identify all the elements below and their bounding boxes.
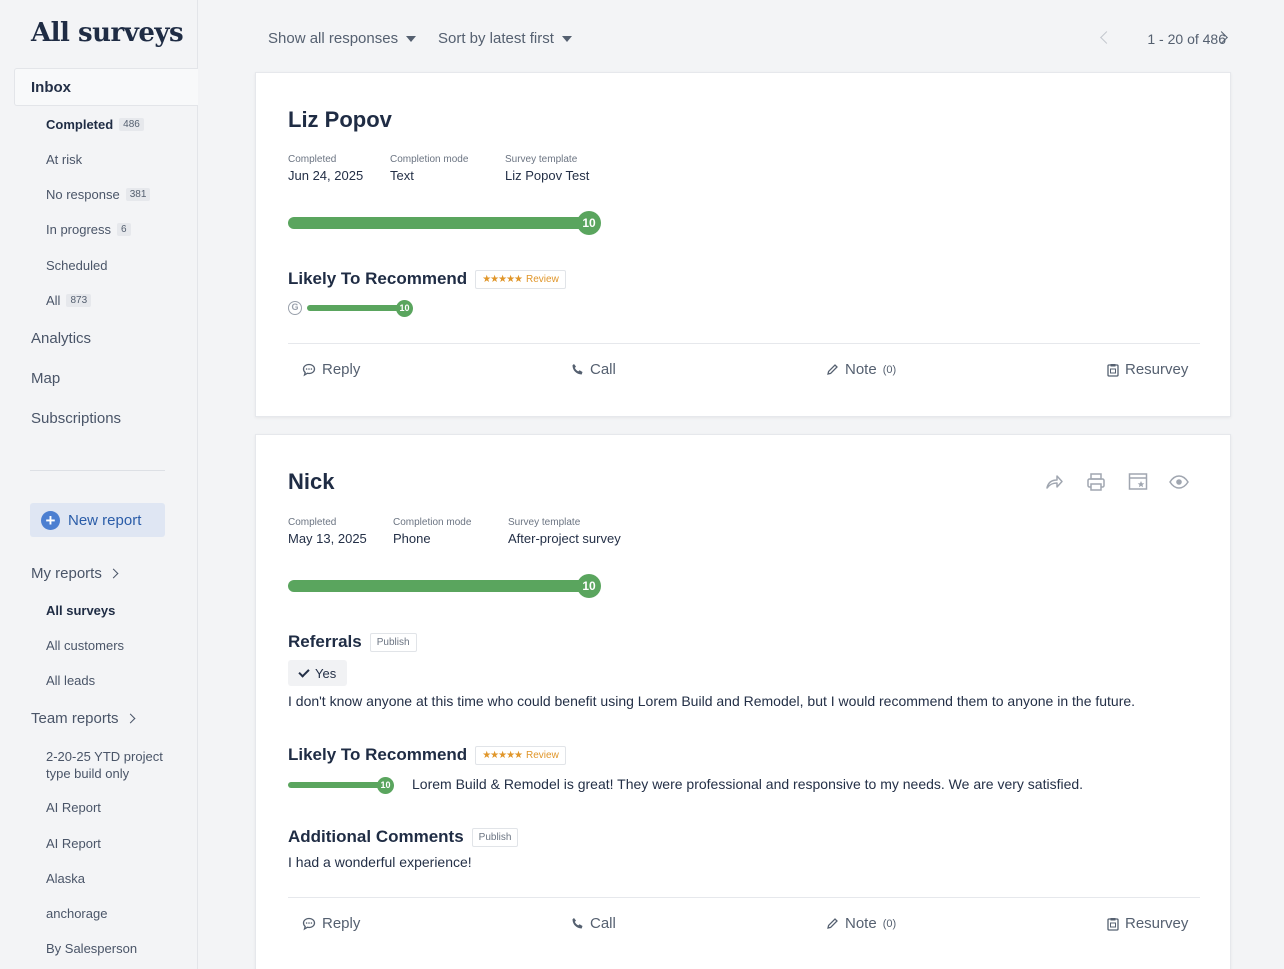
- action-divider: [288, 343, 1200, 344]
- reply-button[interactable]: Reply: [302, 361, 360, 378]
- call-button[interactable]: Call: [571, 361, 616, 378]
- clipboard-icon: [1107, 917, 1119, 931]
- sidebar-item-at-risk[interactable]: At risk: [46, 152, 82, 167]
- meta-survey-template: Survey template After-project survey: [508, 517, 621, 546]
- sidebar-item-team-report[interactable]: 2-20-25 YTD project type build only: [46, 748, 166, 782]
- sidebar-item-inbox[interactable]: Inbox: [14, 68, 198, 106]
- chat-icon: [302, 363, 316, 376]
- sidebar: All surveys Inbox Completed 486 At risk …: [0, 0, 198, 969]
- sidebar-item-team-reports[interactable]: Team reports: [31, 710, 135, 727]
- page-title: All surveys: [31, 18, 184, 48]
- count-badge: 486: [119, 118, 144, 131]
- answer-text: I don't know anyone at this time who cou…: [288, 693, 1136, 709]
- meta-completed: Completed Jun 24, 2025: [288, 154, 364, 183]
- publish-tag[interactable]: Publish: [369, 632, 417, 652]
- score-badge: 10: [577, 211, 601, 235]
- check-icon: [298, 665, 310, 678]
- plus-icon: +: [41, 510, 60, 530]
- question-title: Likely To Recommend ★★★★★ Review: [288, 745, 566, 765]
- publish-tag[interactable]: Publish: [471, 827, 519, 847]
- note-button[interactable]: Note (0): [826, 915, 896, 932]
- google-icon: G: [288, 301, 302, 315]
- response-card: Nick Completed May 13, 2025 Completion m…: [255, 434, 1231, 969]
- score-bar: [288, 580, 598, 592]
- sidebar-divider: [30, 470, 165, 471]
- resurvey-button[interactable]: Resurvey: [1107, 361, 1188, 378]
- score-badge: 10: [377, 777, 394, 794]
- clipboard-icon: [1107, 363, 1119, 377]
- note-button[interactable]: Note (0): [826, 361, 896, 378]
- meta-completion-mode: Completion mode Phone: [393, 517, 472, 546]
- sidebar-item-team-report[interactable]: By Salesperson: [46, 941, 137, 956]
- print-icon[interactable]: [1085, 471, 1107, 493]
- pencil-icon: [827, 918, 838, 929]
- filter-dropdown[interactable]: Show all responses: [268, 30, 417, 47]
- prev-page-icon[interactable]: [1100, 31, 1113, 44]
- chat-icon: [302, 917, 316, 930]
- count-badge: 381: [125, 188, 151, 201]
- count-badge: 6: [117, 223, 131, 236]
- view-icon[interactable]: [1168, 471, 1190, 493]
- pagination-label: 1 - 20 of 486: [1147, 31, 1226, 47]
- sidebar-item-analytics[interactable]: Analytics: [31, 330, 91, 347]
- answer-text: I had a wonderful experience!: [288, 854, 472, 870]
- score-badge: 10: [396, 300, 413, 317]
- sidebar-item-all-surveys[interactable]: All surveys: [46, 603, 115, 618]
- sidebar-item-map[interactable]: Map: [31, 370, 60, 387]
- stars-icon: ★★★★★: [482, 273, 523, 285]
- sort-dropdown[interactable]: Sort by latest first: [438, 30, 572, 47]
- response-card: Liz Popov Completed Jun 24, 2025 Complet…: [255, 72, 1231, 417]
- pencil-icon: [827, 364, 838, 375]
- sidebar-item-team-report[interactable]: anchorage: [46, 906, 107, 921]
- question-title: Likely To Recommend ★★★★★ Review: [288, 269, 566, 289]
- score-bar: [288, 782, 390, 788]
- sidebar-item-no-response[interactable]: No response 381: [46, 187, 151, 202]
- review-tag[interactable]: ★★★★★ Review: [475, 269, 566, 289]
- action-divider: [288, 897, 1200, 898]
- sidebar-item-all[interactable]: All 873: [46, 293, 92, 308]
- sidebar-item-my-reports[interactable]: My reports: [31, 565, 119, 582]
- resurvey-button[interactable]: Resurvey: [1107, 915, 1188, 932]
- call-button[interactable]: Call: [571, 915, 616, 932]
- score-badge: 10: [577, 574, 601, 598]
- score-bar: [307, 305, 409, 311]
- respondent-name[interactable]: Nick: [288, 469, 334, 495]
- meta-survey-template: Survey template Liz Popov Test: [505, 154, 590, 183]
- answer-text: Lorem Build & Remodel is great! They wer…: [412, 776, 1084, 792]
- respondent-name[interactable]: Liz Popov: [288, 107, 392, 133]
- reply-button[interactable]: Reply: [302, 915, 360, 932]
- question-title: Referrals Publish: [288, 632, 417, 652]
- sidebar-item-team-report[interactable]: AI Report: [46, 836, 101, 851]
- sidebar-item-subscriptions[interactable]: Subscriptions: [31, 410, 121, 427]
- chevron-right-icon: [125, 713, 135, 724]
- phone-icon: [572, 364, 583, 375]
- share-icon[interactable]: [1043, 471, 1065, 493]
- bookmark-icon[interactable]: [1127, 471, 1149, 493]
- caret-down-icon: [406, 35, 417, 42]
- sidebar-item-completed[interactable]: Completed 486: [46, 117, 144, 132]
- phone-icon: [572, 918, 583, 929]
- stars-icon: ★★★★★: [482, 749, 523, 761]
- new-report-button[interactable]: + New report: [30, 503, 165, 537]
- meta-completion-mode: Completion mode Text: [390, 154, 469, 183]
- answer-chip: Yes: [288, 660, 348, 686]
- meta-completed: Completed May 13, 2025: [288, 517, 367, 546]
- review-tag[interactable]: ★★★★★ Review: [475, 745, 566, 765]
- question-title: Additional Comments Publish: [288, 827, 519, 847]
- score-bar: [288, 217, 598, 229]
- sidebar-item-all-customers[interactable]: All customers: [46, 638, 124, 653]
- sidebar-item-scheduled[interactable]: Scheduled: [46, 258, 107, 273]
- sidebar-item-in-progress[interactable]: In progress 6: [46, 222, 131, 237]
- caret-down-icon: [561, 35, 572, 42]
- sidebar-item-team-report[interactable]: AI Report: [46, 800, 101, 815]
- sidebar-item-team-report[interactable]: Alaska: [46, 871, 85, 886]
- sidebar-item-all-leads[interactable]: All leads: [46, 673, 95, 688]
- chevron-right-icon: [108, 568, 119, 579]
- count-badge: 873: [66, 294, 92, 307]
